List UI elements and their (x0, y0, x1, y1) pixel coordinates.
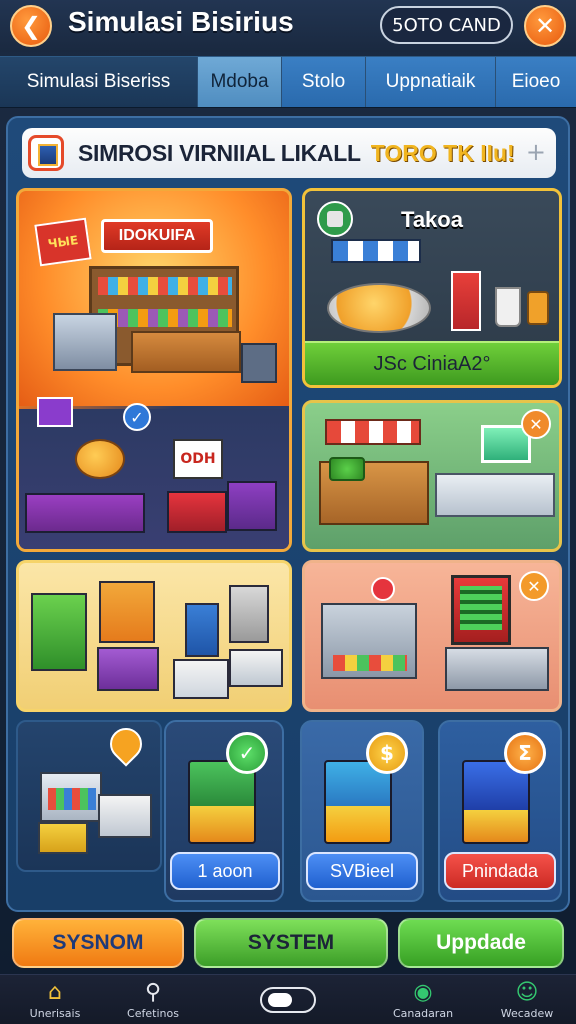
close-icon[interactable]: ✕ (519, 571, 549, 601)
tab-eioeo[interactable]: Eioeo (496, 57, 576, 107)
products-card[interactable] (16, 560, 292, 712)
cash-register-icon (241, 343, 277, 383)
store-book-icon (28, 135, 64, 171)
game-screen: ❮ Simulasi Bisirius 5OTO CAND ✕ Simulasi… (0, 0, 576, 1024)
panel-title: SIMROSI VIRNIIAL LIKALL (78, 139, 361, 166)
product-box-icon (229, 585, 269, 643)
stalls-scene: ✓ ODH (19, 397, 289, 549)
crate-icon (98, 794, 152, 838)
stall-icon (167, 491, 227, 533)
map-pin-icon: ◉ (413, 979, 433, 1005)
system-button[interactable]: SYSTEM (194, 918, 388, 968)
hourglass-icon: Σ (504, 732, 546, 774)
produce-icon (329, 457, 365, 481)
market-card[interactable]: ✕ (302, 400, 562, 552)
top-bar: ❮ Simulasi Bisirius 5OTO CAND ✕ (0, 0, 576, 52)
food-plate-icon (327, 283, 431, 333)
product-box-icon (99, 581, 155, 643)
update-button[interactable]: Uppdade (398, 918, 564, 968)
display-case-icon (229, 649, 283, 687)
search-icon: ⚲ (144, 979, 162, 1005)
mini-card-1[interactable]: ✓ 1 aoon (164, 720, 284, 902)
close-button[interactable]: ✕ (524, 5, 566, 47)
sign-icon (371, 577, 395, 601)
drink-icon (527, 291, 549, 325)
main-panel: SIMROSI VIRNIIAL LIKALL TORO TK IIu! + Ч… (6, 116, 570, 912)
nav-map[interactable]: ◉ Canadaran (368, 975, 478, 1024)
warehouse-card[interactable] (16, 720, 162, 872)
mini-card-1-button[interactable]: 1 aoon (170, 852, 280, 890)
home-icon: ⌂ (48, 979, 62, 1005)
app-title: Simulasi Bisirius (68, 6, 294, 37)
tab-uppnatiaik[interactable]: Uppnatiaik (366, 57, 496, 107)
nav-map-label: Canadaran (392, 1006, 454, 1020)
check-icon: ✓ (226, 732, 268, 774)
mini-card-2-button[interactable]: SVBieel (306, 852, 418, 890)
freezer-icon (53, 313, 117, 371)
tab-bar: Simulasi Biseriss Mdoba Stolo Uppnatiaik… (0, 56, 576, 108)
back-button[interactable]: ❮ (10, 5, 52, 47)
product-box-icon: ODH (173, 439, 223, 479)
bottom-nav: ⌂ Unerisais ⚲ Cefetinos ◉ Canadaran ☺ We… (0, 974, 576, 1024)
tab-simulasi[interactable]: Simulasi Biseriss (0, 57, 198, 107)
cup-icon (495, 287, 521, 327)
panel-accent-title: TORO TK IIu! (370, 139, 515, 166)
mini-card-3-button[interactable]: Pnindada (444, 852, 556, 890)
snack-box-icon (451, 271, 481, 331)
nav-toggle[interactable] (233, 975, 343, 1024)
stall-icon (227, 481, 277, 531)
tab-stolo[interactable]: Stolo (282, 57, 366, 107)
crate-icon (38, 822, 88, 854)
counter-icon (131, 331, 241, 373)
checkout-counter-icon (321, 603, 417, 679)
chevron-left-icon: ❮ (20, 12, 42, 40)
dollar-coin-icon: $ (366, 732, 408, 774)
check-icon: ✓ (123, 403, 151, 431)
nav-search[interactable]: ⚲ Cefetinos (98, 975, 208, 1024)
awning-icon (331, 239, 421, 263)
coin-balance-pill[interactable]: 5OTO CAND (380, 6, 513, 44)
takoa-banner: JSc CiniaA2° (305, 341, 559, 385)
store-scene: ЧЫЕ IDOKUIFA (19, 191, 289, 406)
food-icon (75, 439, 125, 479)
store-sign: IDOKUIFA (101, 219, 213, 253)
display-board-icon (451, 575, 511, 645)
profile-icon: ☺ (515, 979, 539, 1005)
close-icon[interactable]: ✕ (521, 409, 551, 439)
product-box-icon (185, 603, 219, 657)
nav-home-label: Unerisais (29, 1006, 81, 1020)
flag-icon (37, 397, 73, 427)
register-base-icon (445, 647, 549, 691)
store-card[interactable]: ЧЫЕ IDOKUIFA ✓ ODH (16, 188, 292, 552)
tab-mdoba[interactable]: Mdoba (198, 57, 282, 107)
toggle-icon (260, 987, 316, 1013)
price-tag-icon: ЧЫЕ (34, 217, 92, 267)
nav-profile-label: Wecadew (500, 1006, 554, 1020)
nav-search-label: Cefetinos (127, 1006, 179, 1020)
nav-home[interactable]: ⌂ Unerisais (0, 975, 110, 1024)
takoa-title: Takoa (401, 207, 463, 232)
mini-card-2[interactable]: $ SVBieel (300, 720, 424, 902)
checkout-counter-icon (435, 473, 555, 517)
product-box-icon (97, 647, 159, 691)
checkout-card[interactable]: ✕ (302, 560, 562, 712)
mini-card-3[interactable]: Σ Pnindada (438, 720, 562, 902)
panel-header: SIMROSI VIRNIIAL LIKALL TORO TK IIu! + (22, 128, 556, 178)
awning-icon (325, 419, 421, 445)
close-icon: ✕ (534, 12, 556, 40)
warehouse-icon (40, 772, 102, 822)
stall-icon (25, 493, 145, 533)
product-box-icon (31, 593, 87, 671)
location-pin-icon (103, 722, 149, 767)
sysnom-button[interactable]: SYSNOM (12, 918, 184, 968)
display-case-icon (173, 659, 229, 699)
nav-profile[interactable]: ☺ Wecadew (472, 975, 576, 1024)
takoa-card[interactable]: Takoa JSc CiniaA2° (302, 188, 562, 388)
plus-icon[interactable]: + (526, 138, 546, 166)
